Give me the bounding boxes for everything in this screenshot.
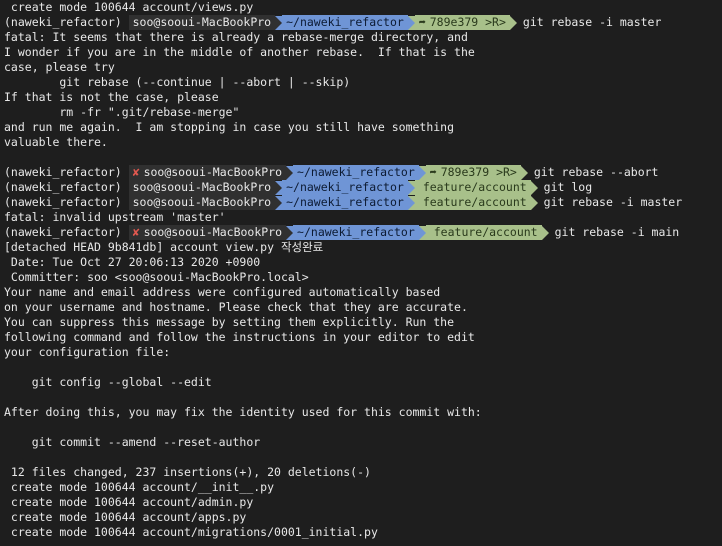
powerline-prompt: ✘ soo@sooui-MacBookPro ~/naweki_refactor fe… bbox=[128, 225, 549, 240]
prompt-git-segment: ➦ 789e379 >R> bbox=[414, 15, 510, 30]
segment-separator-icon bbox=[407, 15, 415, 30]
command-text[interactable]: git rebase -i master bbox=[517, 15, 661, 30]
git-commit-icon: ➦ bbox=[418, 15, 426, 29]
git-commit-icon: ➦ bbox=[429, 165, 437, 179]
segment-separator-icon bbox=[541, 225, 549, 240]
prompt-dir-segment: ~/naweki_refactor bbox=[293, 165, 419, 180]
output-line: I wonder if you are in the middle of ano… bbox=[4, 45, 475, 59]
segment-separator-icon bbox=[275, 15, 283, 30]
virtualenv-label: (naweki_refactor) bbox=[4, 225, 129, 239]
output-line: Committer: soo <soo@sooui-MacBookPro.loc… bbox=[4, 270, 309, 284]
segment-separator-icon bbox=[275, 180, 283, 195]
virtualenv-label: (naweki_refactor) bbox=[4, 195, 129, 209]
segment-separator-icon bbox=[407, 195, 415, 210]
prompt-dir-segment: ~/naweki_refactor bbox=[293, 225, 419, 240]
segment-separator-icon bbox=[530, 180, 538, 195]
output-line: Date: Tue Oct 27 20:06:13 2020 +0900 bbox=[4, 255, 261, 269]
segment-separator-icon bbox=[418, 165, 426, 180]
prompt-git-segment: feature/account bbox=[414, 180, 531, 195]
output-line: on your username and hostname. Please ch… bbox=[4, 300, 468, 314]
prompt-user-segment: ✘ soo@sooui-MacBookPro bbox=[128, 225, 287, 240]
powerline-prompt: ✘ soo@sooui-MacBookPro ~/naweki_refactor ➦ 7… bbox=[128, 165, 528, 180]
segment-separator-icon bbox=[509, 15, 517, 30]
segment-separator-icon bbox=[275, 195, 283, 210]
output-line: [detached HEAD 9b841db] account view.py … bbox=[4, 240, 324, 254]
prompt-user-segment: soo@sooui-MacBookPro bbox=[128, 180, 276, 195]
output-line: create mode 100644 account/views.py bbox=[4, 0, 254, 14]
output-line: If that is not the case, please bbox=[4, 90, 219, 104]
prompt-line: (naweki_refactor) ✘ soo@sooui-MacBookPro ~… bbox=[4, 225, 722, 240]
segment-separator-icon bbox=[286, 165, 294, 180]
prompt-git-segment: ➦ 789e379 >R> bbox=[425, 165, 521, 180]
segment-separator-icon bbox=[418, 225, 426, 240]
powerline-prompt: soo@sooui-MacBookPro ~/naweki_refactor ➦ 78… bbox=[128, 15, 517, 30]
prompt-dir-segment: ~/naweki_refactor bbox=[282, 195, 408, 210]
prompt-user-host: soo@sooui-MacBookPro bbox=[132, 15, 272, 29]
prompt-git-ref: feature/account bbox=[433, 225, 538, 239]
prompt-dir-segment: ~/naweki_refactor bbox=[282, 15, 408, 30]
prompt-user-host: soo@sooui-MacBookPro bbox=[143, 165, 283, 179]
segment-separator-icon bbox=[286, 225, 294, 240]
segment-separator-icon bbox=[520, 165, 528, 180]
output-line: After doing this, you may fix the identi… bbox=[4, 405, 482, 419]
virtualenv-label: (naweki_refactor) bbox=[4, 180, 129, 194]
segment-separator-icon bbox=[407, 180, 415, 195]
prompt-git-ref: 789e379 >R> bbox=[429, 15, 506, 29]
error-icon: ✘ bbox=[132, 225, 140, 239]
output-line: create mode 100644 account/apps.py bbox=[4, 510, 247, 524]
prompt-git-ref: feature/account bbox=[422, 180, 527, 194]
output-line: fatal: invalid upstream 'master' bbox=[4, 210, 226, 224]
prompt-line: (naweki_refactor) soo@sooui-MacBookPro ~/… bbox=[4, 180, 722, 195]
output-line: fatal: It seems that there is already a … bbox=[4, 30, 468, 44]
output-line: create mode 100644 account/admin.py bbox=[4, 495, 254, 509]
prompt-user-host: soo@sooui-MacBookPro bbox=[132, 195, 272, 209]
segment-separator-icon bbox=[530, 195, 538, 210]
prompt-git-ref: 789e379 >R> bbox=[440, 165, 517, 179]
virtualenv-label: (naweki_refactor) bbox=[4, 15, 129, 29]
command-text[interactable]: git log bbox=[538, 180, 592, 195]
prompt-git-segment: feature/account bbox=[425, 225, 542, 240]
terminal-window[interactable]: create mode 100644 account/views.py (nawe… bbox=[0, 0, 722, 546]
output-line: create mode 100644 account/migrations/00… bbox=[4, 525, 378, 539]
output-line: git rebase (--continue | --abort | --ski… bbox=[4, 75, 351, 89]
prompt-user-host: soo@sooui-MacBookPro bbox=[143, 225, 283, 239]
prompt-user-segment: soo@sooui-MacBookPro bbox=[128, 195, 276, 210]
output-line: rm -fr ".git/rebase-merge" bbox=[4, 105, 240, 119]
prompt-git-ref: feature/account bbox=[422, 195, 527, 209]
output-line: following command and follow the instruc… bbox=[4, 330, 475, 344]
output-line: your configuration file: bbox=[4, 345, 171, 359]
command-text[interactable]: git rebase --abort bbox=[528, 165, 659, 180]
virtualenv-label: (naweki_refactor) bbox=[4, 165, 129, 179]
powerline-prompt: soo@sooui-MacBookPro ~/naweki_refactor fea… bbox=[128, 180, 538, 195]
output-line: and run me again. I am stopping in case … bbox=[4, 120, 455, 134]
prompt-user-segment: soo@sooui-MacBookPro bbox=[128, 15, 276, 30]
output-line: git commit --amend --reset-author bbox=[4, 435, 261, 449]
output-line: Your name and email address were configu… bbox=[4, 285, 441, 299]
prompt-git-segment: feature/account bbox=[414, 195, 531, 210]
output-line: You can suppress this message by setting… bbox=[4, 315, 455, 329]
output-line: 12 files changed, 237 insertions(+), 20 … bbox=[4, 465, 371, 479]
command-text[interactable]: git rebase -i main bbox=[549, 225, 680, 240]
output-line: valuable there. bbox=[4, 135, 108, 149]
output-line: git config --global --edit bbox=[4, 375, 212, 389]
prompt-dir-segment: ~/naweki_refactor bbox=[282, 180, 408, 195]
prompt-user-host: soo@sooui-MacBookPro bbox=[132, 180, 272, 194]
prompt-line: (naweki_refactor) soo@sooui-MacBookPro ~/… bbox=[4, 195, 722, 210]
prompt-line: (naweki_refactor) soo@sooui-MacBookPro ~/… bbox=[4, 15, 722, 30]
powerline-prompt: soo@sooui-MacBookPro ~/naweki_refactor fea… bbox=[128, 195, 538, 210]
prompt-user-segment: ✘ soo@sooui-MacBookPro bbox=[128, 165, 287, 180]
output-line: case, please try bbox=[4, 60, 115, 74]
output-line: create mode 100644 account/__init__.py bbox=[4, 480, 275, 494]
prompt-line: (naweki_refactor) ✘ soo@sooui-MacBookPro ~… bbox=[4, 165, 722, 180]
command-text[interactable]: git rebase -i master bbox=[538, 195, 682, 210]
error-icon: ✘ bbox=[132, 165, 140, 179]
